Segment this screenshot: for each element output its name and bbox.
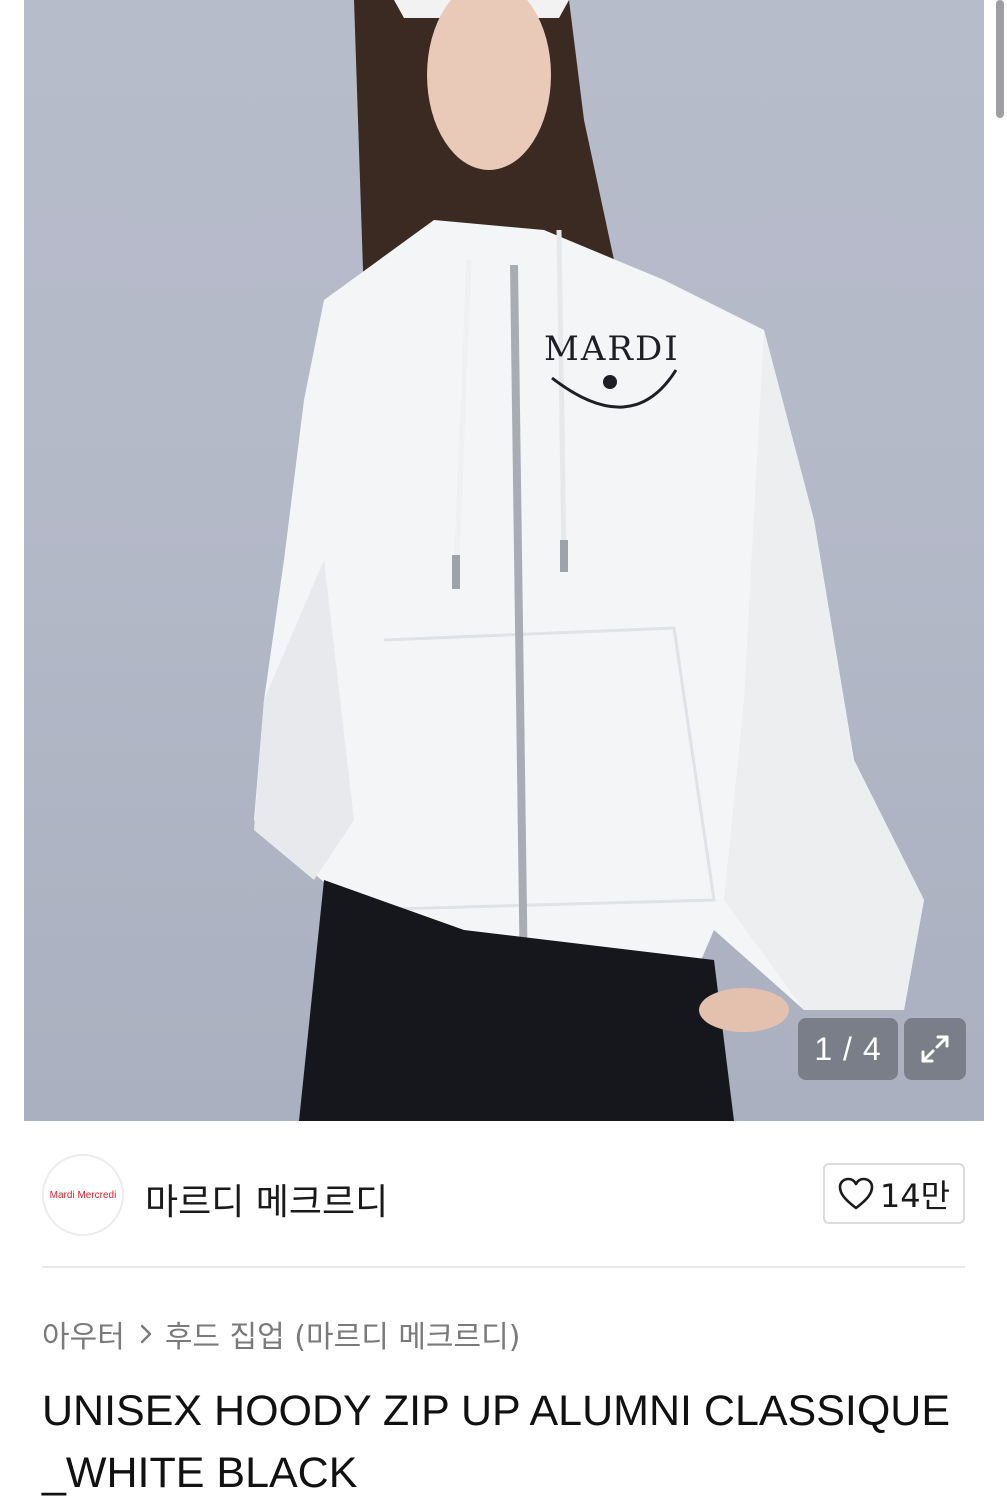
expand-button[interactable] (904, 1018, 966, 1080)
like-count: 14만 (879, 1176, 951, 1215)
brand-logo-text: Mardi Mercredi (49, 1189, 117, 1201)
product-gallery[interactable]: MARDI 1 / 4 (0, 0, 1007, 1121)
brand-row: Mardi Mercredi 마르디 메크르디 14만 (0, 1121, 1007, 1266)
breadcrumb-subcategory[interactable]: 후드 집업 (마르디 메크르디) (165, 1312, 521, 1356)
product-image[interactable]: MARDI (24, 0, 984, 1121)
page-scrollbar[interactable] (996, 0, 1004, 118)
svg-text:MARDI: MARDI (544, 329, 680, 369)
image-counter: 1 / 4 (798, 1018, 898, 1080)
expand-icon (921, 1035, 949, 1063)
brand-logo[interactable]: Mardi Mercredi (42, 1154, 124, 1236)
like-button[interactable]: 14만 (823, 1163, 965, 1224)
brand-name[interactable]: 마르디 메크르디 (145, 1173, 388, 1225)
heart-icon (838, 1177, 874, 1209)
divider (42, 1266, 965, 1268)
breadcrumb-category[interactable]: 아우터 (42, 1312, 125, 1356)
product-photo-illustration: MARDI (254, 0, 924, 1121)
breadcrumb: 아우터 후드 집업 (마르디 메크르디) (42, 1312, 520, 1356)
product-title: UNISEX HOODY ZIP UP ALUMNI CLASSIQUE_WHI… (42, 1387, 951, 1497)
chevron-right-icon (139, 1323, 153, 1345)
